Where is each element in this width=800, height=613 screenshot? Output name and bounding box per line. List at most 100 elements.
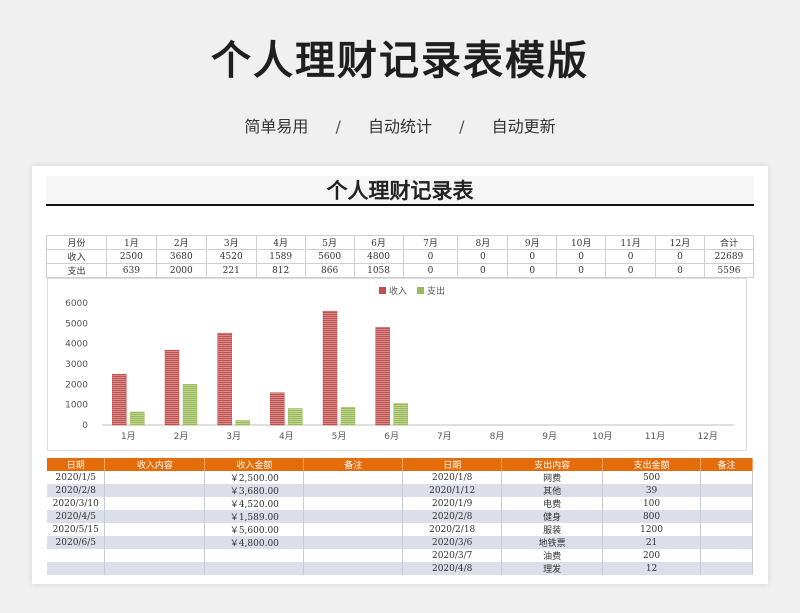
legend-label: 收入 bbox=[389, 285, 407, 297]
summary-cell: 2月 bbox=[155, 235, 207, 250]
summary-cell: 6月 bbox=[353, 235, 404, 250]
records-cell: 100 bbox=[602, 497, 701, 510]
records-cell bbox=[700, 484, 753, 497]
records-cell: 2020/1/12 bbox=[402, 484, 503, 497]
records-cell: 800 bbox=[602, 510, 701, 523]
x-tick-label: 5月 bbox=[332, 431, 347, 442]
x-tick-label: 11月 bbox=[645, 431, 665, 442]
records-cell: 2020/4/5 bbox=[47, 510, 106, 523]
summary-cell: 0 bbox=[556, 263, 607, 278]
summary-row: 收入 2500 3680 4520 1589 5600 4800 0 0 0 0 0 0 22689 bbox=[46, 249, 755, 264]
income-bar bbox=[112, 373, 127, 426]
x-tick-label: 9月 bbox=[542, 431, 557, 442]
chart-svg: 0 1000 2000 3000 4000 5000 6000 1月 2月 3月 4月 5月 6月 7月 8… bbox=[65, 285, 734, 442]
expense-bar bbox=[393, 403, 408, 426]
records-cell: 电费 bbox=[501, 497, 604, 510]
summary-cell: 0 bbox=[605, 263, 657, 278]
summary-cell: 8月 bbox=[457, 235, 509, 250]
summary-row-label: 月份 bbox=[46, 235, 107, 250]
feature-tag: 自动更新 bbox=[491, 117, 556, 136]
records-cell: 服装 bbox=[501, 523, 604, 536]
y-tick-label: 4000 bbox=[65, 340, 88, 350]
x-tick-label: 7月 bbox=[437, 431, 452, 442]
summary-cell: 0 bbox=[402, 263, 459, 278]
income-expense-chart: 0 1000 2000 3000 4000 5000 6000 1月 2月 3月 4月 5月 6月 7月 8… bbox=[47, 278, 747, 451]
records-cell bbox=[303, 549, 404, 562]
x-tick-label: 10月 bbox=[592, 431, 612, 442]
records-cell: 2020/5/15 bbox=[47, 523, 106, 536]
summary-cell: 866 bbox=[304, 263, 355, 278]
expense-bar bbox=[340, 407, 356, 426]
income-bar bbox=[217, 332, 232, 426]
records-column-header: 支出内容 bbox=[501, 458, 604, 471]
records-cell bbox=[303, 562, 404, 575]
monthly-summary-table: 月份 1月 2月 3月 4月 5月 6月 7月 8月 9月 10月 11月 12月 合计 收入 2500 368… bbox=[46, 235, 755, 278]
feature-tag: 简单易用 bbox=[244, 117, 309, 136]
records-cell: 2020/1/9 bbox=[402, 497, 503, 510]
income-bar bbox=[164, 349, 180, 426]
records-cell bbox=[104, 523, 206, 536]
summary-cell: 0 bbox=[556, 249, 607, 264]
records-cell bbox=[104, 471, 206, 484]
records-column-header: 收入金额 bbox=[204, 458, 305, 471]
records-cell bbox=[47, 562, 106, 575]
records-cell: ￥2,500.00 bbox=[204, 471, 305, 484]
records-cell: 健身 bbox=[501, 510, 604, 523]
expense-bar bbox=[288, 408, 303, 426]
records-cell bbox=[700, 549, 753, 562]
summary-row-label: 支出 bbox=[46, 263, 107, 278]
records-column-header: 日期 bbox=[47, 458, 106, 471]
summary-cell: 3680 bbox=[155, 249, 207, 264]
income-bar bbox=[270, 392, 285, 426]
records-cell bbox=[104, 536, 206, 549]
summary-cell: 2500 bbox=[105, 249, 157, 264]
records-cell bbox=[700, 471, 753, 484]
records-cell: 网费 bbox=[501, 471, 604, 484]
table-row: 2020/3/7 油费 200 bbox=[47, 549, 753, 562]
expense-bar bbox=[130, 411, 145, 426]
summary-cell: 2000 bbox=[155, 263, 207, 278]
records-cell bbox=[104, 484, 206, 497]
records-column-header: 支出金额 bbox=[602, 458, 701, 471]
records-cell: 500 bbox=[602, 471, 701, 484]
records-cell: 2020/3/10 bbox=[47, 497, 106, 510]
table-row: 2020/3/10 ￥4,520.00 2020/1/9 电费 100 bbox=[47, 497, 753, 510]
records-cell: 2020/2/8 bbox=[47, 484, 106, 497]
records-cell bbox=[700, 562, 753, 575]
records-cell bbox=[47, 549, 106, 562]
feature-tagline: 简单易用 / 自动统计 / 自动更新 bbox=[0, 113, 800, 137]
summary-cell: 11月 bbox=[605, 235, 657, 250]
summary-cell: 1058 bbox=[353, 263, 404, 278]
legend-label: 支出 bbox=[427, 285, 445, 297]
summary-cell: 10月 bbox=[556, 235, 607, 250]
summary-cell: 22689 bbox=[703, 249, 755, 264]
summary-cell: 0 bbox=[605, 249, 657, 264]
records-cell bbox=[204, 549, 305, 562]
summary-cell: 1589 bbox=[255, 249, 306, 264]
summary-cell: 0 bbox=[655, 263, 705, 278]
x-tick-label: 12月 bbox=[697, 431, 717, 442]
records-cell bbox=[700, 536, 753, 549]
y-tick-label: 2000 bbox=[65, 380, 88, 390]
records-column-header: 备注 bbox=[303, 458, 404, 471]
records-cell: 油费 bbox=[501, 549, 604, 562]
summary-cell: 7月 bbox=[402, 235, 459, 250]
x-tick-label: 4月 bbox=[279, 431, 294, 442]
records-cell bbox=[104, 562, 206, 575]
records-cell: 39 bbox=[602, 484, 701, 497]
table-row: 2020/4/5 ￥1,589.00 2020/2/8 健身 800 bbox=[47, 510, 753, 523]
table-row: 2020/2/8 ￥3,680.00 2020/1/12 其他 39 bbox=[47, 484, 753, 497]
spreadsheet-preview: 个人理财记录表 月份 1月 2月 3月 4月 5月 6月 7月 8月 9月 10月 11月 12月 合计收… bbox=[32, 166, 768, 584]
records-cell bbox=[303, 536, 404, 549]
records-cell bbox=[204, 562, 305, 575]
records-table: 日期 收入内容 收入金额 备注 日期 支出内容 支出金额 备注 2020/1/5 ￥2,500.… bbox=[47, 458, 753, 575]
expense-bar bbox=[182, 384, 198, 426]
page-title: 个人理财记录表模版 bbox=[211, 38, 589, 84]
y-tick-label: 5000 bbox=[65, 319, 88, 329]
summary-cell: 5596 bbox=[703, 263, 755, 278]
records-cell: 2020/3/6 bbox=[402, 536, 503, 549]
y-tick-label: 3000 bbox=[65, 360, 88, 370]
summary-cell: 0 bbox=[402, 249, 459, 264]
summary-cell: 5600 bbox=[304, 249, 355, 264]
records-column-header: 备注 bbox=[700, 458, 753, 471]
